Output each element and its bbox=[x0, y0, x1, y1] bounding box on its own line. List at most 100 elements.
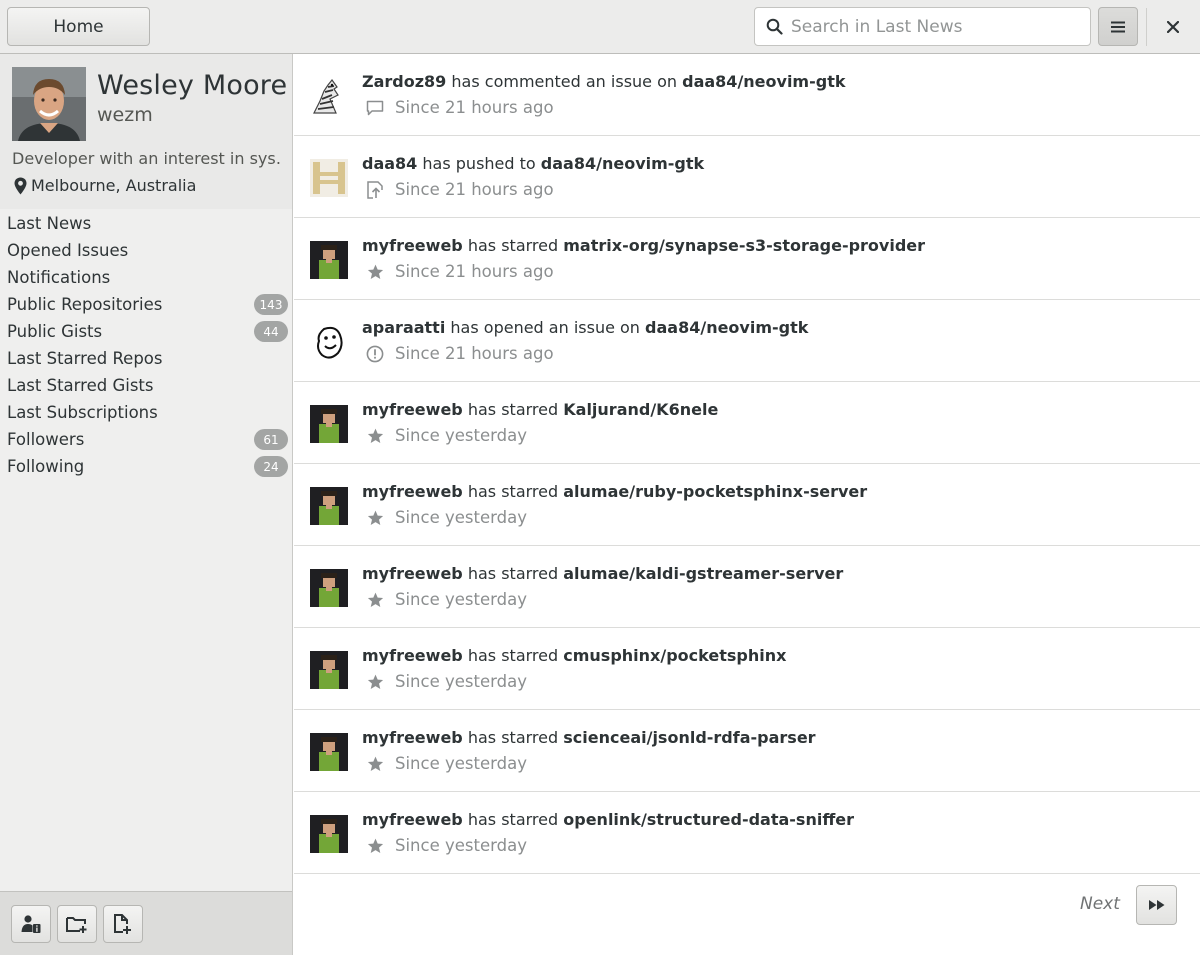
feed-meta: Since yesterday bbox=[366, 508, 527, 527]
feed-repo-link[interactable]: daa84/neovim-gtk bbox=[645, 318, 808, 337]
feed-time: Since yesterday bbox=[395, 590, 527, 609]
feed-row[interactable]: myfreeweb has starred matrix-org/synapse… bbox=[294, 218, 1200, 300]
avatar[interactable] bbox=[310, 323, 348, 361]
star-icon bbox=[366, 427, 384, 445]
close-button[interactable] bbox=[1158, 12, 1188, 42]
nav-item-followers[interactable]: Followers 61 bbox=[0, 426, 292, 453]
feed-repo-link[interactable]: matrix-org/synapse-s3-storage-provider bbox=[563, 236, 925, 255]
feed-user-link[interactable]: Zardoz89 bbox=[362, 72, 446, 91]
feed-row[interactable]: myfreeweb has starred cmusphinx/pocketsp… bbox=[294, 628, 1200, 710]
feed-time: Since yesterday bbox=[395, 426, 527, 445]
feed-time: Since 21 hours ago bbox=[395, 344, 554, 363]
avatar[interactable] bbox=[310, 241, 348, 279]
new-folder-button[interactable] bbox=[57, 905, 97, 943]
feed-repo-link[interactable]: daa84/neovim-gtk bbox=[541, 154, 704, 173]
count-badge: 44 bbox=[254, 321, 288, 342]
feed-row[interactable]: aparaatti has opened an issue on daa84/n… bbox=[294, 300, 1200, 382]
feed-action: has starred bbox=[467, 728, 559, 747]
feed-user-link[interactable]: myfreeweb bbox=[362, 400, 463, 419]
feed-meta: Since 21 hours ago bbox=[366, 262, 554, 281]
avatar[interactable] bbox=[310, 487, 348, 525]
feed-user-link[interactable]: myfreeweb bbox=[362, 236, 463, 255]
user-info-button[interactable] bbox=[11, 905, 51, 943]
feed-row[interactable]: myfreeweb has starred scienceai/jsonld-r… bbox=[294, 710, 1200, 792]
next-page-button[interactable] bbox=[1136, 885, 1177, 925]
feed-repo-link[interactable]: alumae/ruby-pocketsphinx-server bbox=[563, 482, 867, 501]
feed-meta: Since 21 hours ago bbox=[366, 98, 554, 117]
feed-repo-link[interactable]: openlink/structured-data-sniffer bbox=[563, 810, 854, 829]
feed-row[interactable]: Zardoz89 has commented an issue on daa84… bbox=[294, 54, 1200, 136]
search-box[interactable] bbox=[754, 7, 1091, 46]
hamburger-icon bbox=[1111, 21, 1125, 32]
count-badge: 24 bbox=[254, 456, 288, 477]
feed-user-link[interactable]: myfreeweb bbox=[362, 646, 463, 665]
feed-row[interactable]: myfreeweb has starred Kaljurand/K6nele S… bbox=[294, 382, 1200, 464]
feed-repo-link[interactable]: alumae/kaldi-gstreamer-server bbox=[563, 564, 843, 583]
star-icon bbox=[366, 263, 384, 281]
feed-meta: Since 21 hours ago bbox=[366, 344, 554, 363]
close-icon bbox=[1167, 21, 1179, 33]
feed-user-link[interactable]: myfreeweb bbox=[362, 810, 463, 829]
nav-label: Followers bbox=[7, 430, 85, 449]
avatar[interactable] bbox=[310, 77, 348, 115]
feed-action: has pushed to bbox=[422, 154, 536, 173]
app-window: Home Search in Last News Wesley Moore we… bbox=[0, 0, 1200, 955]
feed-user-link[interactable]: myfreeweb bbox=[362, 728, 463, 747]
star-icon bbox=[366, 755, 384, 773]
feed-meta: Since yesterday bbox=[366, 754, 527, 773]
avatar[interactable] bbox=[310, 815, 348, 853]
nav-item-public-repositories[interactable]: Public Repositories 143 bbox=[0, 291, 292, 318]
nav-label: Last News bbox=[7, 214, 92, 233]
new-folder-icon bbox=[66, 917, 87, 933]
nav-label: Last Starred Gists bbox=[7, 376, 154, 395]
news-feed: Zardoz89 has commented an issue on daa84… bbox=[294, 54, 1200, 874]
avatar[interactable] bbox=[310, 569, 348, 607]
nav-item-opened-issues[interactable]: Opened Issues bbox=[0, 237, 292, 264]
feed-repo-link[interactable]: daa84/neovim-gtk bbox=[682, 72, 845, 91]
feed-time: Since 21 hours ago bbox=[395, 98, 554, 117]
nav-item-last-news[interactable]: Last News bbox=[0, 210, 292, 237]
feed-user-link[interactable]: myfreeweb bbox=[362, 482, 463, 501]
pagination: Next bbox=[294, 874, 1200, 955]
avatar[interactable] bbox=[310, 405, 348, 443]
sidebar-toolbar bbox=[0, 891, 292, 955]
star-icon bbox=[366, 591, 384, 609]
feed-time: Since yesterday bbox=[395, 672, 527, 691]
header-bar: Home bbox=[0, 0, 1200, 54]
feed-user-link[interactable]: aparaatti bbox=[362, 318, 445, 337]
nav-item-last-subscriptions[interactable]: Last Subscriptions bbox=[0, 399, 292, 426]
comment-icon bbox=[366, 99, 384, 117]
feed-repo-link[interactable]: Kaljurand/K6nele bbox=[563, 400, 718, 419]
avatar[interactable] bbox=[310, 159, 348, 197]
feed-row[interactable]: daa84 has pushed to daa84/neovim-gtk Sin… bbox=[294, 136, 1200, 218]
main-menu-button[interactable] bbox=[1098, 7, 1138, 46]
nav-item-notifications[interactable]: Notifications bbox=[0, 264, 292, 291]
star-icon bbox=[366, 509, 384, 527]
feed-row[interactable]: myfreeweb has starred alumae/kaldi-gstre… bbox=[294, 546, 1200, 628]
feed-action: has starred bbox=[467, 646, 559, 665]
feed-text: myfreeweb has starred alumae/ruby-pocket… bbox=[362, 482, 867, 501]
feed-meta: Since yesterday bbox=[366, 426, 527, 445]
feed-user-link[interactable]: daa84 bbox=[362, 154, 417, 173]
feed-user-link[interactable]: myfreeweb bbox=[362, 564, 463, 583]
feed-text: myfreeweb has starred matrix-org/synapse… bbox=[362, 236, 925, 255]
feed-action: has commented an issue on bbox=[451, 72, 678, 91]
nav-item-last-starred-gists[interactable]: Last Starred Gists bbox=[0, 372, 292, 399]
nav-label: Opened Issues bbox=[7, 241, 129, 260]
avatar[interactable] bbox=[310, 733, 348, 771]
feed-row[interactable]: myfreeweb has starred alumae/ruby-pocket… bbox=[294, 464, 1200, 546]
nav-item-public-gists[interactable]: Public Gists 44 bbox=[0, 318, 292, 345]
nav-item-following[interactable]: Following 24 bbox=[0, 453, 292, 480]
count-badge: 61 bbox=[254, 429, 288, 450]
feed-time: Since yesterday bbox=[395, 508, 527, 527]
nav-label: Public Gists bbox=[7, 322, 103, 341]
nav-item-last-starred-repos[interactable]: Last Starred Repos bbox=[0, 345, 292, 372]
feed-row[interactable]: myfreeweb has starred openlink/structure… bbox=[294, 792, 1200, 874]
avatar[interactable] bbox=[310, 651, 348, 689]
new-file-button[interactable] bbox=[103, 905, 143, 943]
search-input[interactable] bbox=[791, 16, 1071, 37]
feed-repo-link[interactable]: scienceai/jsonld-rdfa-parser bbox=[563, 728, 815, 747]
home-button[interactable]: Home bbox=[7, 7, 150, 46]
feed-repo-link[interactable]: cmusphinx/pocketsphinx bbox=[563, 646, 786, 665]
profile-login: wezm bbox=[97, 104, 153, 126]
